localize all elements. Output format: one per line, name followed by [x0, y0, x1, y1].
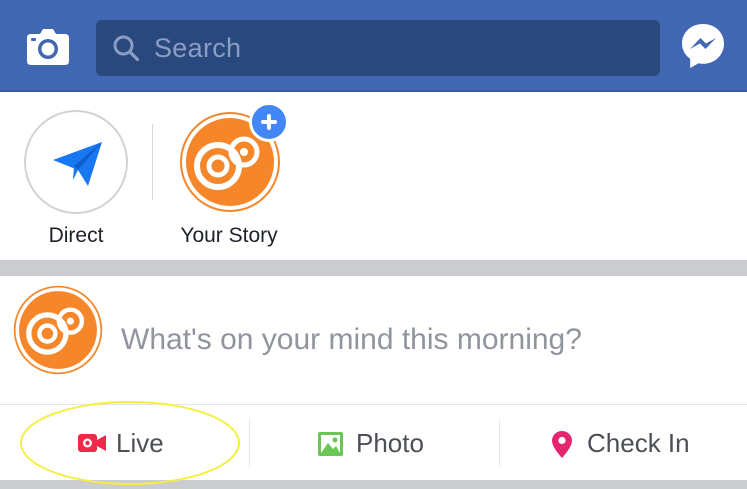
search-placeholder: Search [154, 33, 242, 63]
camera-icon[interactable] [26, 28, 70, 66]
stories-separator [152, 124, 153, 200]
photo-icon [318, 432, 343, 456]
direct-label: Direct [48, 224, 104, 247]
check-in-label: Check In [587, 428, 690, 458]
your-story-label: Your Story [180, 224, 278, 247]
search-input[interactable]: Search [96, 20, 660, 76]
profile-avatar[interactable] [12, 284, 104, 376]
direct-button[interactable] [24, 110, 128, 214]
composer-actions: Live Photo Check In [0, 404, 747, 480]
live-label: Live [116, 428, 164, 458]
messenger-icon[interactable] [681, 23, 725, 69]
paper-plane-icon [53, 142, 102, 186]
add-story-icon[interactable] [249, 102, 289, 142]
live-button[interactable]: Live [0, 405, 249, 481]
status-composer[interactable]: What's on your mind this morning? [0, 276, 747, 404]
stories-tray: Direct Your Story [0, 92, 747, 260]
section-divider [0, 480, 747, 489]
location-pin-icon [552, 431, 572, 458]
section-divider [0, 260, 747, 276]
check-in-button[interactable]: Check In [500, 405, 747, 481]
photo-label: Photo [356, 428, 424, 458]
search-icon [113, 35, 140, 62]
live-video-icon [78, 434, 106, 452]
composer-prompt: What's on your mind this morning? [121, 323, 582, 356]
top-navigation-bar: Search [0, 0, 747, 92]
photo-button[interactable]: Photo [250, 405, 499, 481]
